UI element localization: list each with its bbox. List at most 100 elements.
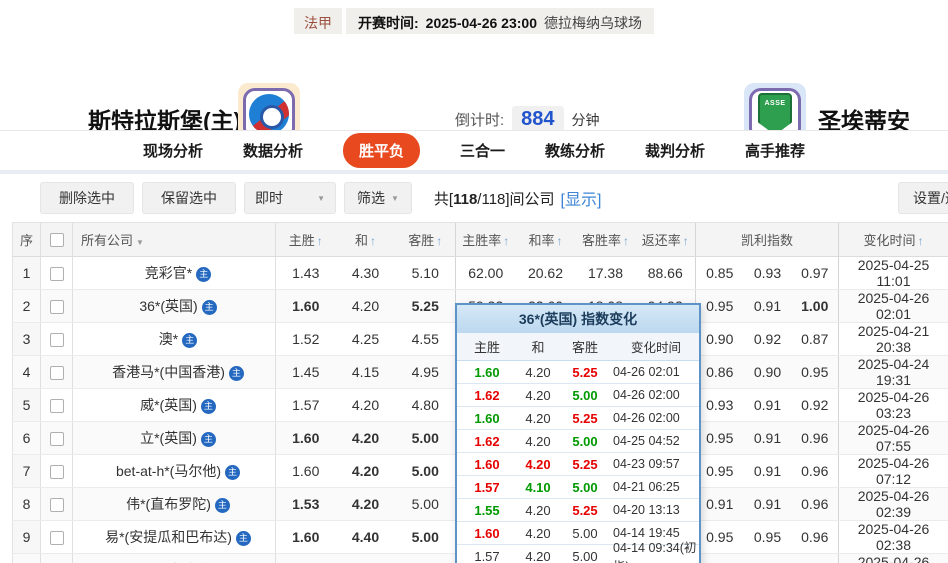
company-cell[interactable]: 立*(英国)主 [73, 422, 276, 455]
settings-select-button[interactable]: 设置/选择 [898, 182, 948, 214]
company-cell[interactable]: 香港马*(中国香港)主 [73, 356, 276, 389]
row-checkbox[interactable] [50, 498, 64, 512]
header-home-rate[interactable]: 主胜率↑ [456, 223, 516, 257]
filter-dropdown[interactable]: 筛选 ▼ [344, 182, 412, 214]
select-all-checkbox[interactable] [50, 233, 64, 247]
popup-home-odds: 1.57 [457, 480, 517, 495]
delete-selected-button[interactable]: 删除选中 [40, 182, 134, 214]
row-checkbox[interactable] [50, 300, 64, 314]
row-select-cell [41, 290, 73, 323]
header-change-time[interactable]: 变化时间↑ [839, 223, 948, 257]
header-draw-rate[interactable]: 和率↑ [516, 223, 576, 257]
row-checkbox[interactable] [50, 399, 64, 413]
kelly-1: 0.95 [696, 521, 744, 554]
tab-1[interactable]: 现场分析 [143, 140, 203, 161]
kelly-2: 0.95 [744, 521, 792, 554]
countdown-label: 倒计时: [455, 109, 504, 130]
kelly-3: 0.96 [792, 488, 839, 521]
change-time: 2025-04-26 02:38 [839, 521, 948, 554]
popup-row: 1.604.205.2504-26 02:00 [457, 407, 699, 430]
away-odds: 5.00 [396, 488, 456, 521]
company-name: 伟*(直布罗陀) [126, 496, 211, 512]
row-index: 2 [13, 290, 41, 323]
company-cell[interactable]: 36*(英国)主 [73, 290, 276, 323]
draw-odds: 4.30 [336, 257, 396, 290]
row-index: 8 [13, 488, 41, 521]
popup-change-time: 04-26 02:00 [611, 388, 699, 402]
company-cell[interactable]: 威*(英国)主 [73, 389, 276, 422]
row-checkbox[interactable] [50, 465, 64, 479]
tab-4[interactable]: 三合一 [460, 140, 505, 161]
tab-6[interactable]: 裁判分析 [645, 140, 705, 161]
kelly-1: 0.95 [696, 554, 744, 563]
keep-selected-button[interactable]: 保留选中 [142, 182, 236, 214]
kelly-1: 0.93 [696, 389, 744, 422]
draw-odds: 4.15 [336, 356, 396, 389]
home-odds: 1.60 [276, 521, 336, 554]
home-odds: 1.53 [276, 488, 336, 521]
home-odds: 1.52 [276, 323, 336, 356]
change-time: 2025-04-24 19:31 [839, 356, 948, 389]
popup-draw-odds: 4.20 [517, 457, 559, 472]
popup-away-odds: 5.00 [559, 388, 611, 403]
header-home-odds[interactable]: 主胜↑ [276, 223, 336, 257]
draw-odds: 4.20 [336, 422, 396, 455]
home-odds: 1.60 [276, 554, 336, 563]
home-badge-icon: 主 [236, 531, 251, 546]
company-cell[interactable]: 易*(安提瓜和巴布达)主 [73, 521, 276, 554]
draw-rate: 20.62 [516, 257, 576, 290]
popup-away-odds: 5.25 [559, 457, 611, 472]
kickoff-time: 2025-04-26 23:00 [426, 15, 537, 31]
header-index: 序 [13, 223, 41, 257]
chevron-down-icon: ▼ [136, 238, 144, 247]
row-checkbox[interactable] [50, 531, 64, 545]
draw-odds: 4.40 [336, 554, 396, 563]
header-draw-rate-label: 和率 [528, 233, 554, 248]
header-draw-odds[interactable]: 和↑ [336, 223, 396, 257]
sort-up-icon: ↑ [370, 234, 376, 248]
row-index: 5 [13, 389, 41, 422]
popup-home-odds: 1.55 [457, 503, 517, 518]
instant-dropdown[interactable]: 即时 ▼ [244, 182, 336, 214]
popup-draw-odds: 4.20 [517, 549, 559, 563]
kelly-3: 0.96 [792, 521, 839, 554]
popup-header-time: 变化时间 [611, 337, 699, 356]
sort-up-icon: ↑ [623, 234, 629, 248]
popup-draw-odds: 4.20 [517, 434, 559, 449]
kickoff-label: 开赛时间: [358, 13, 419, 33]
row-checkbox[interactable] [50, 366, 64, 380]
row-checkbox[interactable] [50, 432, 64, 446]
table-row: 1竞彩官*主1.434.305.1062.0020.6217.3888.660.… [13, 257, 948, 290]
change-time: 2025-04-26 07:55 [839, 422, 948, 455]
change-time: 2025-04-21 20:38 [839, 323, 948, 356]
row-index: 7 [13, 455, 41, 488]
row-checkbox[interactable] [50, 267, 64, 281]
company-name: 竞彩官* [145, 265, 192, 281]
change-time: 2025-04-26 02:39 [839, 488, 948, 521]
company-cell[interactable]: bet-at-h*(马尔他)主 [73, 455, 276, 488]
header-home-label: 主胜 [289, 233, 315, 248]
row-select-cell [41, 488, 73, 521]
header-away-odds[interactable]: 客胜↑ [396, 223, 456, 257]
popup-home-odds: 1.62 [457, 434, 517, 449]
company-cell[interactable]: 伟*(直布罗陀)主 [73, 488, 276, 521]
odds-change-popup: 36*(英国) 指数变化 主胜 和 客胜 变化时间 1.604.205.2504… [455, 303, 701, 563]
home-badge-icon: 主 [225, 465, 240, 480]
company-cell[interactable]: 澳*主 [73, 323, 276, 356]
away-odds: 5.00 [396, 422, 456, 455]
show-link[interactable]: [显示] [561, 186, 602, 210]
tab-7[interactable]: 高手推荐 [745, 140, 805, 161]
header-payout-rate[interactable]: 返还率↑ [636, 223, 696, 257]
popup-row: 1.604.205.2504-23 09:57 [457, 453, 699, 476]
away-odds: 5.00 [396, 554, 456, 563]
tab-2[interactable]: 数据分析 [243, 140, 303, 161]
company-cell[interactable]: Interwet*(塞浦路斯)主 [73, 554, 276, 563]
header-away-rate[interactable]: 客胜率↑ [576, 223, 636, 257]
tab-3[interactable]: 胜平负 [343, 133, 420, 168]
row-checkbox[interactable] [50, 333, 64, 347]
header-select-all [41, 223, 73, 257]
tab-5[interactable]: 教练分析 [545, 140, 605, 161]
header-company[interactable]: 所有公司▼ [73, 223, 276, 257]
company-cell[interactable]: 竞彩官*主 [73, 257, 276, 290]
away-crest-text: ASSE [764, 100, 785, 133]
